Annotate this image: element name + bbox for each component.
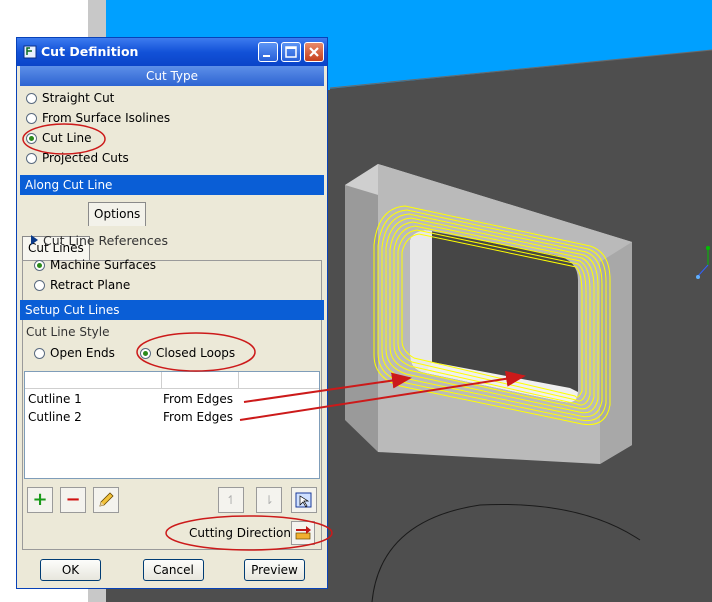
radio-indicator <box>26 133 37 144</box>
cutting-direction-label: Cutting Direction <box>189 526 291 540</box>
radio-label: Closed Loops <box>156 346 236 360</box>
radio-indicator <box>34 280 45 291</box>
radio-surface-isolines[interactable]: From Surface Isolines <box>26 109 170 127</box>
title-bar[interactable]: Cut Definition <box>17 38 327 66</box>
remove-icon: − <box>65 489 81 510</box>
select-icon <box>295 492 312 508</box>
title-dialog-icon <box>23 44 37 59</box>
radio-label: Projected Cuts <box>42 151 129 165</box>
expand-arrow-icon <box>31 235 38 245</box>
radio-open-ends[interactable]: Open Ends <box>34 344 115 362</box>
edit-cutline-button[interactable] <box>93 487 119 513</box>
cutlines-list[interactable]: Cutline 1 From Edges Cutline 2 From Edge… <box>24 371 320 479</box>
radio-label: Machine Surfaces <box>50 258 157 272</box>
radio-retract-plane[interactable]: Retract Plane <box>34 276 130 294</box>
radio-label: Retract Plane <box>50 278 131 292</box>
preview-button[interactable]: Preview <box>244 559 305 581</box>
move-up-button[interactable]: ↿ <box>218 487 244 513</box>
cut-type-header: Cut Type <box>20 66 324 86</box>
cutline-source: From Edges <box>163 410 233 424</box>
move-up-icon: ↿ <box>225 493 237 507</box>
radio-label: Cut Line <box>42 131 92 145</box>
add-cutline-button[interactable]: + <box>27 487 53 513</box>
along-cut-line-header: Along Cut Line <box>20 175 324 195</box>
column-header[interactable] <box>239 372 319 388</box>
ok-button[interactable]: OK <box>40 559 101 581</box>
minimize-button[interactable] <box>258 42 278 62</box>
cutting-direction-button[interactable] <box>291 521 315 545</box>
move-down-button[interactable]: ⇂ <box>256 487 282 513</box>
cutting-direction-icon <box>295 526 311 540</box>
tab-options[interactable]: Options <box>88 202 147 226</box>
radio-indicator <box>140 348 151 359</box>
list-header <box>25 372 319 389</box>
cutline-name: Cutline 2 <box>28 410 82 424</box>
minimize-icon <box>263 55 270 57</box>
setup-cut-lines-header: Setup Cut Lines <box>20 300 324 320</box>
cancel-button[interactable]: Cancel <box>143 559 204 581</box>
part-side-face <box>345 164 378 452</box>
column-header[interactable] <box>25 372 162 388</box>
edit-pencil-icon <box>99 492 114 507</box>
radio-cut-line[interactable]: Cut Line <box>26 129 92 147</box>
move-down-icon: ⇂ <box>263 493 275 507</box>
close-button[interactable] <box>304 42 324 62</box>
radio-closed-loops[interactable]: Closed Loops <box>140 344 235 362</box>
column-header[interactable] <box>162 372 239 388</box>
references-label: Cut Line References <box>43 233 169 248</box>
select-cutline-button[interactable] <box>291 487 317 513</box>
maximize-icon <box>285 46 297 58</box>
radio-indicator <box>34 260 45 271</box>
radio-indicator <box>26 93 37 104</box>
radio-indicator <box>26 113 37 124</box>
cutline-name: Cutline 1 <box>28 392 82 406</box>
dialog-title: Cut Definition <box>41 44 139 59</box>
remove-cutline-button[interactable]: − <box>60 487 86 513</box>
close-icon <box>309 47 319 57</box>
radio-label: From Surface Isolines <box>42 111 171 125</box>
cut-line-references-toggle[interactable]: Cut Line References <box>31 233 168 248</box>
radio-projected-cuts[interactable]: Projected Cuts <box>26 149 129 167</box>
cutline-source: From Edges <box>163 392 233 406</box>
radio-machine-surfaces[interactable]: Machine Surfaces <box>34 256 156 274</box>
radio-indicator <box>26 153 37 164</box>
radio-straight-cut[interactable]: Straight Cut <box>26 89 114 107</box>
cut-definition-dialog: Cut Definition Cut Type Straight Cut Fro… <box>16 37 328 589</box>
add-icon: + <box>32 489 48 510</box>
cut-line-style-label: Cut Line Style <box>26 325 110 339</box>
radio-label: Straight Cut <box>42 91 115 105</box>
maximize-button[interactable] <box>281 42 301 62</box>
radio-indicator <box>34 348 45 359</box>
radio-label: Open Ends <box>50 346 115 360</box>
